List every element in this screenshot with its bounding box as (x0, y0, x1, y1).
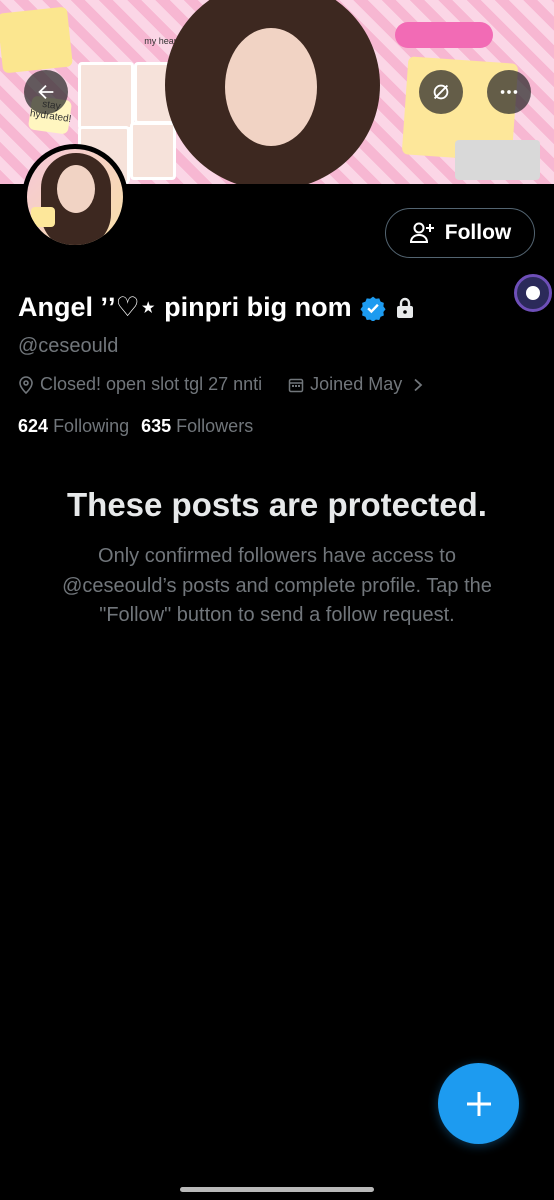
more-options-button[interactable] (487, 70, 531, 114)
following-stat[interactable]: 624 Following (18, 416, 129, 437)
profile-name-row: Angel ʼʼ♡⋆ pinpri big nom (18, 292, 416, 323)
refresh-slash-icon (433, 84, 449, 100)
banner-photo-card (78, 62, 134, 130)
avatar-image (27, 149, 123, 245)
joined-text: Joined May (310, 374, 403, 394)
joined-date[interactable]: Joined May (288, 374, 424, 395)
protected-title: These posts are protected. (67, 486, 487, 523)
profile-meta: Closed! open slot tgl 27 nnti Joined May (18, 374, 424, 395)
lock-icon (396, 297, 413, 318)
back-button[interactable] (24, 70, 68, 114)
profile-stats: 624 Following 635 Followers (18, 416, 253, 437)
compose-button[interactable] (438, 1063, 519, 1144)
avatar[interactable] (22, 144, 128, 250)
calendar-icon (288, 378, 304, 392)
banner-cassette (455, 140, 540, 180)
plus-icon (466, 1091, 491, 1116)
banner-photo-card (130, 122, 176, 180)
follow-button[interactable]: Follow (385, 208, 535, 258)
following-label: Following (53, 416, 130, 436)
bubble-icon (526, 286, 540, 300)
banner-sticker (0, 6, 73, 74)
location-text: Closed! open slot tgl 27 nnti (40, 374, 263, 394)
more-horizontal-icon (500, 90, 518, 94)
profile-handle: @ceseould (18, 335, 119, 357)
followers-label: Followers (176, 416, 254, 436)
floating-bubble[interactable] (514, 274, 552, 312)
verified-badge-icon[interactable] (360, 295, 386, 321)
banner-sticker (395, 22, 493, 48)
followers-count: 635 (141, 416, 172, 436)
banner-portrait-face (225, 28, 317, 146)
location-pin-icon (19, 375, 33, 394)
add-user-icon (409, 222, 434, 243)
display-name: Angel ʼʼ♡⋆ pinpri big nom (18, 292, 352, 322)
follow-button-label: Follow (444, 221, 512, 244)
refresh-button[interactable] (419, 70, 463, 114)
chevron-right-icon (414, 378, 423, 391)
followers-stat[interactable]: 635 Followers (141, 416, 253, 437)
arrow-left-icon (38, 84, 54, 100)
home-indicator[interactable] (180, 1187, 374, 1192)
location: Closed! open slot tgl 27 nnti (18, 374, 262, 395)
protected-body: Only confirmed followers have access to … (62, 545, 492, 626)
following-count: 624 (18, 416, 49, 436)
